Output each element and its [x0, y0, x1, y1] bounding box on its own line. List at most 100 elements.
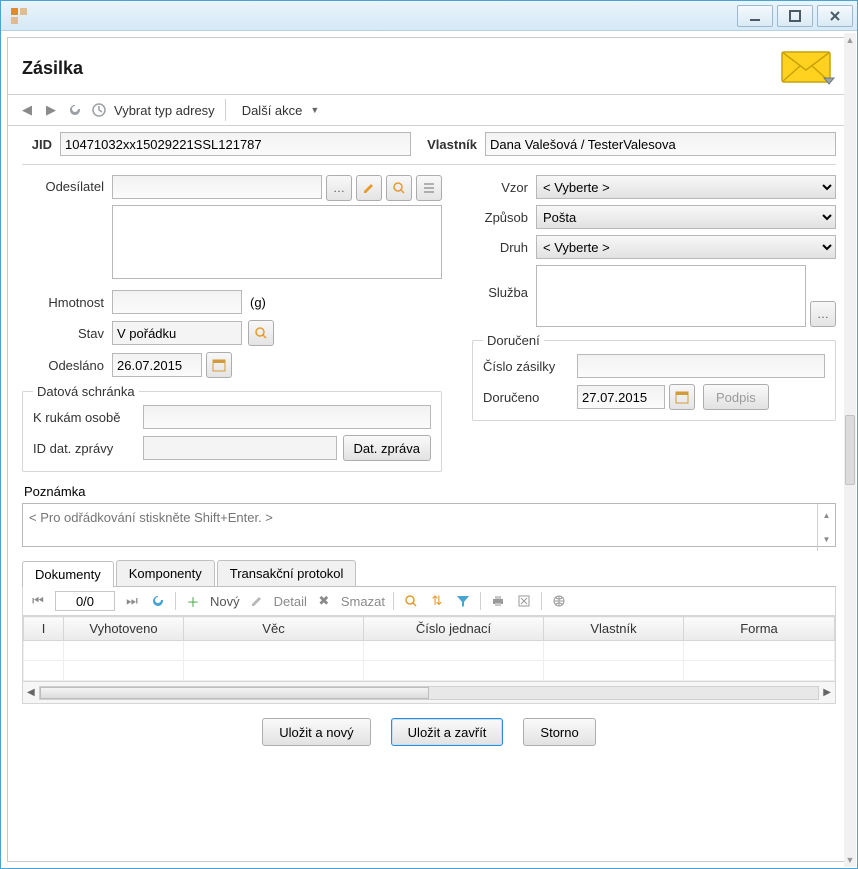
- footer-buttons: Uložit a nový Uložit a zavřít Storno: [22, 704, 836, 764]
- grid-new-button[interactable]: Nový: [210, 594, 240, 609]
- grid-sep: [393, 592, 394, 610]
- cancel-button[interactable]: Storno: [523, 718, 595, 746]
- delivered-date-input[interactable]: [577, 385, 665, 409]
- save-and-close-button[interactable]: Uložit a zavřít: [391, 718, 504, 746]
- history-icon[interactable]: [90, 101, 108, 119]
- delivered-row: Doručeno Podpis: [483, 384, 825, 410]
- owner-input[interactable]: [485, 132, 836, 156]
- shipment-no-input[interactable]: [577, 354, 825, 378]
- grid-refresh-icon[interactable]: [149, 592, 167, 610]
- grid-sort-icon[interactable]: ⇅: [428, 592, 446, 610]
- note-textarea[interactable]: [22, 503, 836, 547]
- tab-documents[interactable]: Dokumenty: [22, 561, 114, 587]
- grid-col-i[interactable]: I: [24, 617, 64, 641]
- scroll-track[interactable]: [39, 686, 820, 700]
- grid-col-owner[interactable]: Vlastník: [544, 617, 684, 641]
- tab-components[interactable]: Komponenty: [116, 560, 215, 586]
- method-select[interactable]: Pošta: [536, 205, 836, 229]
- close-button[interactable]: [817, 5, 853, 27]
- weight-row: Hmotnost (g): [22, 290, 442, 314]
- template-select[interactable]: < Vyberte >: [536, 175, 836, 199]
- titlebar: [1, 1, 857, 31]
- grid-print-icon[interactable]: [489, 592, 507, 610]
- state-lookup-button[interactable]: [248, 320, 274, 346]
- right-column: Vzor < Vyberte > Způsob Pošta Druh: [472, 175, 836, 480]
- service-browse-button[interactable]: …: [810, 301, 836, 327]
- grid-toolbar: ⏮ ⏭ ＋ Nový Detail ✖ Smazat ⇅: [22, 587, 836, 616]
- refresh-icon[interactable]: [66, 101, 84, 119]
- grid-export-icon[interactable]: [515, 592, 533, 610]
- method-row: Způsob Pošta: [472, 205, 836, 229]
- state-label: Stav: [22, 326, 112, 341]
- tabs: Dokumenty Komponenty Transakční protokol: [22, 560, 836, 587]
- weight-label: Hmotnost: [22, 295, 112, 310]
- grid-pager[interactable]: [55, 591, 115, 611]
- jid-label: JID: [22, 137, 60, 152]
- maximize-button[interactable]: [777, 5, 813, 27]
- page-title: Zásilka: [22, 58, 780, 79]
- grid-hscrollbar[interactable]: ◀ ▶: [23, 681, 835, 703]
- scroll-up-icon[interactable]: ▲: [846, 33, 855, 47]
- two-columns: Odesílatel …: [22, 175, 836, 480]
- sent-calendar-button[interactable]: [206, 352, 232, 378]
- save-and-new-button[interactable]: Uložit a nový: [262, 718, 370, 746]
- sender-input[interactable]: [112, 175, 322, 199]
- service-textarea[interactable]: [536, 265, 806, 327]
- dat-message-button[interactable]: Dat. zpráva: [343, 435, 431, 461]
- table-row[interactable]: [24, 641, 835, 661]
- more-actions-dropdown[interactable]: Další akce ▼: [236, 103, 326, 118]
- scroll-down-icon[interactable]: ▼: [846, 853, 855, 867]
- grid-new-icon[interactable]: ＋: [184, 592, 202, 610]
- scroll-right-icon[interactable]: ▶: [823, 687, 831, 698]
- template-row: Vzor < Vyberte >: [472, 175, 836, 199]
- delivered-calendar-button[interactable]: [669, 384, 695, 410]
- sent-date-input[interactable]: [112, 353, 202, 377]
- nav-next-icon[interactable]: ▶: [42, 101, 60, 119]
- jid-input[interactable]: [60, 132, 411, 156]
- state-row: Stav: [22, 320, 442, 346]
- sender-browse-button[interactable]: …: [326, 175, 352, 201]
- table-row[interactable]: [24, 661, 835, 681]
- minimize-button[interactable]: [737, 5, 773, 27]
- app-icon: [9, 6, 29, 26]
- grid-col-form[interactable]: Forma: [684, 617, 835, 641]
- weight-input[interactable]: [112, 290, 242, 314]
- sender-address-textarea[interactable]: [112, 205, 442, 279]
- note-up-icon[interactable]: ▲: [818, 504, 835, 528]
- grid-globe-icon[interactable]: [550, 592, 568, 610]
- kind-label: Druh: [472, 240, 536, 255]
- grid-sep: [541, 592, 542, 610]
- grid-search-icon[interactable]: [402, 592, 420, 610]
- signature-button[interactable]: Podpis: [703, 384, 769, 410]
- kind-select[interactable]: < Vyberte >: [536, 235, 836, 259]
- to-hands-input[interactable]: [143, 405, 431, 429]
- grid-first-icon[interactable]: ⏮: [29, 592, 47, 610]
- state-input[interactable]: [112, 321, 242, 345]
- left-column: Odesílatel …: [22, 175, 442, 480]
- method-label: Způsob: [472, 210, 536, 225]
- scroll-left-icon[interactable]: ◀: [27, 687, 35, 698]
- window-vscrollbar[interactable]: ▲ ▼: [844, 33, 856, 867]
- sender-edit-button[interactable]: [356, 175, 382, 201]
- grid-col-refno[interactable]: Číslo jednací: [364, 617, 544, 641]
- grid-last-icon[interactable]: ⏭: [123, 592, 141, 610]
- grid-col-subject[interactable]: Věc: [184, 617, 364, 641]
- grid-delete-button[interactable]: Smazat: [341, 594, 385, 609]
- note-down-icon[interactable]: ▼: [818, 528, 835, 552]
- msg-id-input[interactable]: [143, 436, 337, 460]
- scroll-thumb[interactable]: [845, 415, 855, 485]
- grid-filter-icon[interactable]: [454, 592, 472, 610]
- delivery-legend: Doručení: [483, 333, 544, 348]
- grid-detail-button[interactable]: Detail: [274, 594, 307, 609]
- select-address-type-button[interactable]: Vybrat typ adresy: [114, 103, 215, 118]
- sent-label: Odesláno: [22, 358, 112, 373]
- grid-table: I Vyhotoveno Věc Číslo jednací Vlastník …: [23, 616, 835, 681]
- grid-col-created[interactable]: Vyhotoveno: [64, 617, 184, 641]
- content: JID Vlastník Odesílatel …: [8, 126, 850, 861]
- toolbar-separator: [225, 99, 226, 121]
- nav-prev-icon[interactable]: ◀: [18, 101, 36, 119]
- sender-list-button[interactable]: [416, 175, 442, 201]
- tab-tx-log[interactable]: Transakční protokol: [217, 560, 357, 586]
- scroll-thumb[interactable]: [40, 687, 429, 699]
- sender-search-button[interactable]: [386, 175, 412, 201]
